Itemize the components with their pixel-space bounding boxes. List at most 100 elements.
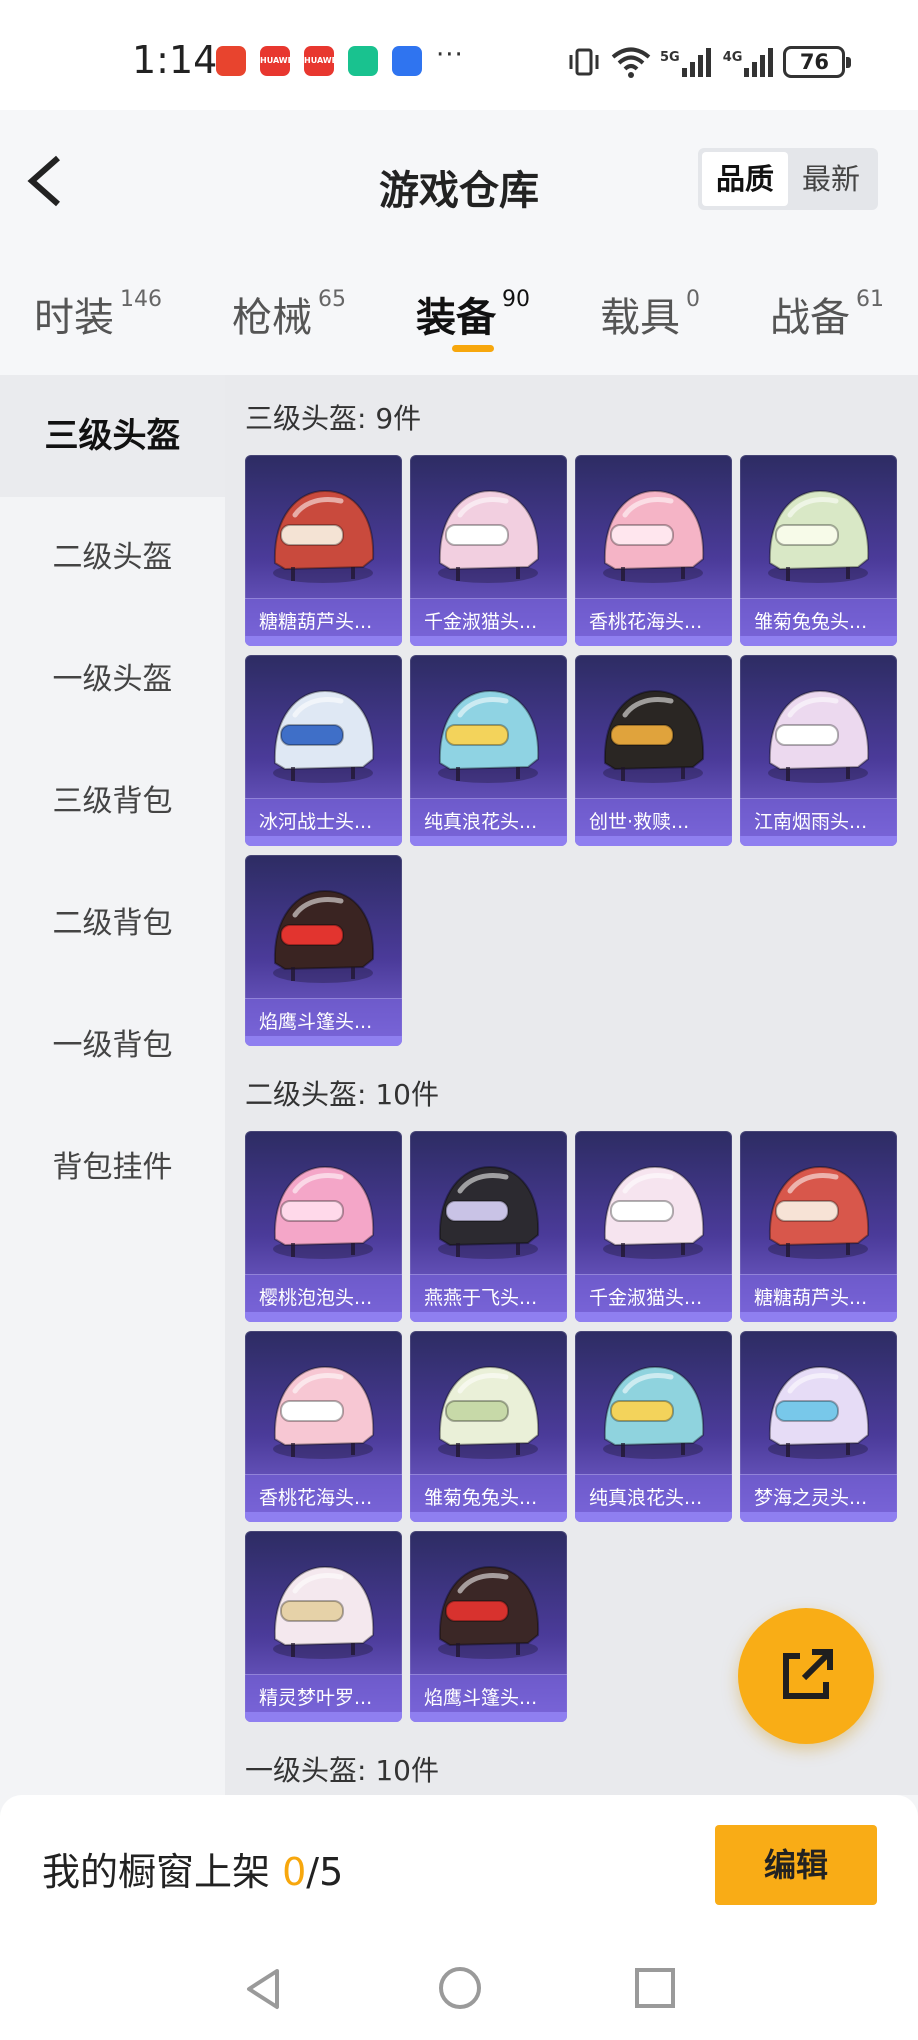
helmet-image (603, 1165, 705, 1259)
tab-equipment[interactable]: 装备 90 (416, 285, 530, 343)
showcase-label: 我的橱窗上架 (42, 1850, 271, 1894)
helmet-card[interactable]: 糖糖葫芦头... (740, 1131, 897, 1322)
tab-count: 0 (686, 287, 700, 312)
tab-supplies[interactable]: 战备 61 (770, 285, 884, 343)
helmet-name: 焰鹰斗篷头... (259, 1011, 373, 1033)
header: 游戏仓库 品质 最新 (0, 110, 918, 255)
item-grid: 三级头盔: 9件 二级头盔: 10件 一级头盔: 10件 糖糖葫芦头... 千金淑… (225, 375, 918, 1795)
helmet-image (438, 689, 540, 783)
status-time: 1:14 (132, 38, 218, 82)
helmet-image (273, 1365, 375, 1459)
card-rarity-strip (410, 636, 567, 646)
card-rarity-strip (410, 1712, 567, 1722)
huawei-app-2-icon: HUAWEI (304, 46, 340, 76)
helmet-image (273, 889, 375, 983)
helmet-card[interactable]: 樱桃泡泡头... (245, 1131, 402, 1322)
helmet-image (438, 489, 540, 583)
showcase-total-count: /5 (306, 1850, 344, 1894)
active-tab-indicator (452, 345, 494, 352)
helmet-image (273, 1565, 375, 1659)
tab-count: 90 (502, 287, 530, 312)
helmet-name: 创世·救赎... (589, 811, 690, 833)
helmet-name: 雏菊兔兔头... (754, 611, 868, 633)
tab-label: 战备 (770, 295, 850, 341)
helmet-name: 冰河战士头... (259, 811, 373, 833)
helmet-card[interactable]: 雏菊兔兔头... (740, 455, 897, 646)
card-rarity-strip (740, 1312, 897, 1322)
nav-back-icon[interactable] (241, 1965, 285, 2013)
sidebar-item-level2-backpack[interactable]: 二级背包 (0, 863, 225, 985)
sidebar: 三级头盔 二级头盔 一级头盔 三级背包 二级背包 一级背包 背包挂件 (0, 375, 225, 1795)
card-rarity-strip (410, 1312, 567, 1322)
card-rarity-strip (245, 836, 402, 846)
tab-vehicles[interactable]: 载具 0 (600, 285, 700, 343)
tab-weapons[interactable]: 枪械 65 (232, 285, 346, 343)
helmet-card[interactable]: 冰河战士头... (245, 655, 402, 846)
sidebar-item-level2-helmet[interactable]: 二级头盔 (0, 497, 225, 619)
helmet-name: 雏菊兔兔头... (424, 1487, 538, 1509)
helmet-card[interactable]: 雏菊兔兔头... (410, 1331, 567, 1522)
helmet-image (438, 1365, 540, 1459)
huawei-app-icon: HUAWEI (260, 46, 296, 76)
nav-home-icon[interactable] (437, 1965, 483, 2011)
helmet-card[interactable]: 千金淑猫头... (575, 1131, 732, 1322)
sidebar-item-level1-backpack[interactable]: 一级背包 (0, 985, 225, 1107)
card-rarity-strip (245, 636, 402, 646)
helmet-name: 焰鹰斗篷头... (424, 1687, 538, 1709)
system-icons: 5G 4G 76 (566, 40, 852, 84)
helmet-image (603, 1365, 705, 1459)
helmet-name: 千金淑猫头... (424, 611, 538, 633)
helmet-card[interactable]: 纯真浪花头... (410, 655, 567, 846)
helmet-card[interactable]: 香桃花海头... (575, 455, 732, 646)
sidebar-item-level1-helmet[interactable]: 一级头盔 (0, 619, 225, 741)
helmet-name: 香桃花海头... (259, 1487, 373, 1509)
sidebar-item-backpack-charms[interactable]: 背包挂件 (0, 1107, 225, 1229)
helmet-card[interactable]: 纯真浪花头... (575, 1331, 732, 1522)
helmet-name: 千金淑猫头... (589, 1287, 703, 1309)
helmet-name: 燕燕于飞头... (424, 1287, 538, 1309)
helmet-card[interactable]: 焰鹰斗篷头... (410, 1531, 567, 1722)
helmet-name: 纯真浪花头... (424, 811, 538, 833)
helmet-card[interactable]: 香桃花海头... (245, 1331, 402, 1522)
sort-newest-button[interactable]: 最新 (788, 152, 874, 206)
helmet-image (768, 1165, 870, 1259)
helmet-image (438, 1165, 540, 1259)
helmet-card[interactable]: 千金淑猫头... (410, 455, 567, 646)
signal-bars-icon (681, 48, 711, 77)
helmet-name: 香桃花海头... (589, 611, 703, 633)
card-rarity-strip (575, 1312, 732, 1322)
helmet-image (273, 489, 375, 583)
helmet-card[interactable]: 燕燕于飞头... (410, 1131, 567, 1322)
helmet-image (603, 689, 705, 783)
helmet-name: 纯真浪花头... (589, 1487, 703, 1509)
tab-count: 146 (120, 287, 162, 312)
phone-app-icon (216, 46, 246, 76)
helmet-image (768, 689, 870, 783)
edit-button[interactable]: 编辑 (715, 1825, 877, 1905)
card-rarity-strip (575, 1512, 732, 1522)
sidebar-item-level3-backpack[interactable]: 三级背包 (0, 741, 225, 863)
helmet-card[interactable]: 江南烟雨头... (740, 655, 897, 846)
card-rarity-strip (410, 1512, 567, 1522)
tab-fashion[interactable]: 时装 146 (34, 285, 162, 343)
helmet-card[interactable]: 糖糖葫芦头... (245, 455, 402, 646)
card-rarity-strip (740, 636, 897, 646)
tab-label: 枪械 (232, 295, 312, 341)
tips-app-icon (392, 46, 422, 76)
share-icon (783, 1649, 833, 1699)
helmet-card[interactable]: 创世·救赎... (575, 655, 732, 846)
section-title: 三级头盔: 9件 (245, 402, 422, 435)
sort-quality-button[interactable]: 品质 (702, 152, 788, 206)
helmet-card[interactable]: 梦海之灵头... (740, 1331, 897, 1522)
share-button[interactable] (738, 1608, 874, 1744)
showcase-status: 我的橱窗上架 0/5 (42, 1841, 343, 1896)
more-notifications-icon: ··· (436, 40, 464, 70)
helmet-card[interactable]: 精灵梦叶罗... (245, 1531, 402, 1722)
helmet-image (273, 689, 375, 783)
nav-recents-icon[interactable] (633, 1966, 677, 2010)
status-bar: 1:14 HUAWEI HUAWEI ··· 5G 4G 76 (0, 0, 918, 110)
tab-count: 61 (856, 287, 884, 312)
sidebar-item-level3-helmet[interactable]: 三级头盔 (0, 375, 225, 497)
helmet-name: 精灵梦叶罗... (259, 1687, 373, 1709)
helmet-card[interactable]: 焰鹰斗篷头... (245, 855, 402, 1046)
